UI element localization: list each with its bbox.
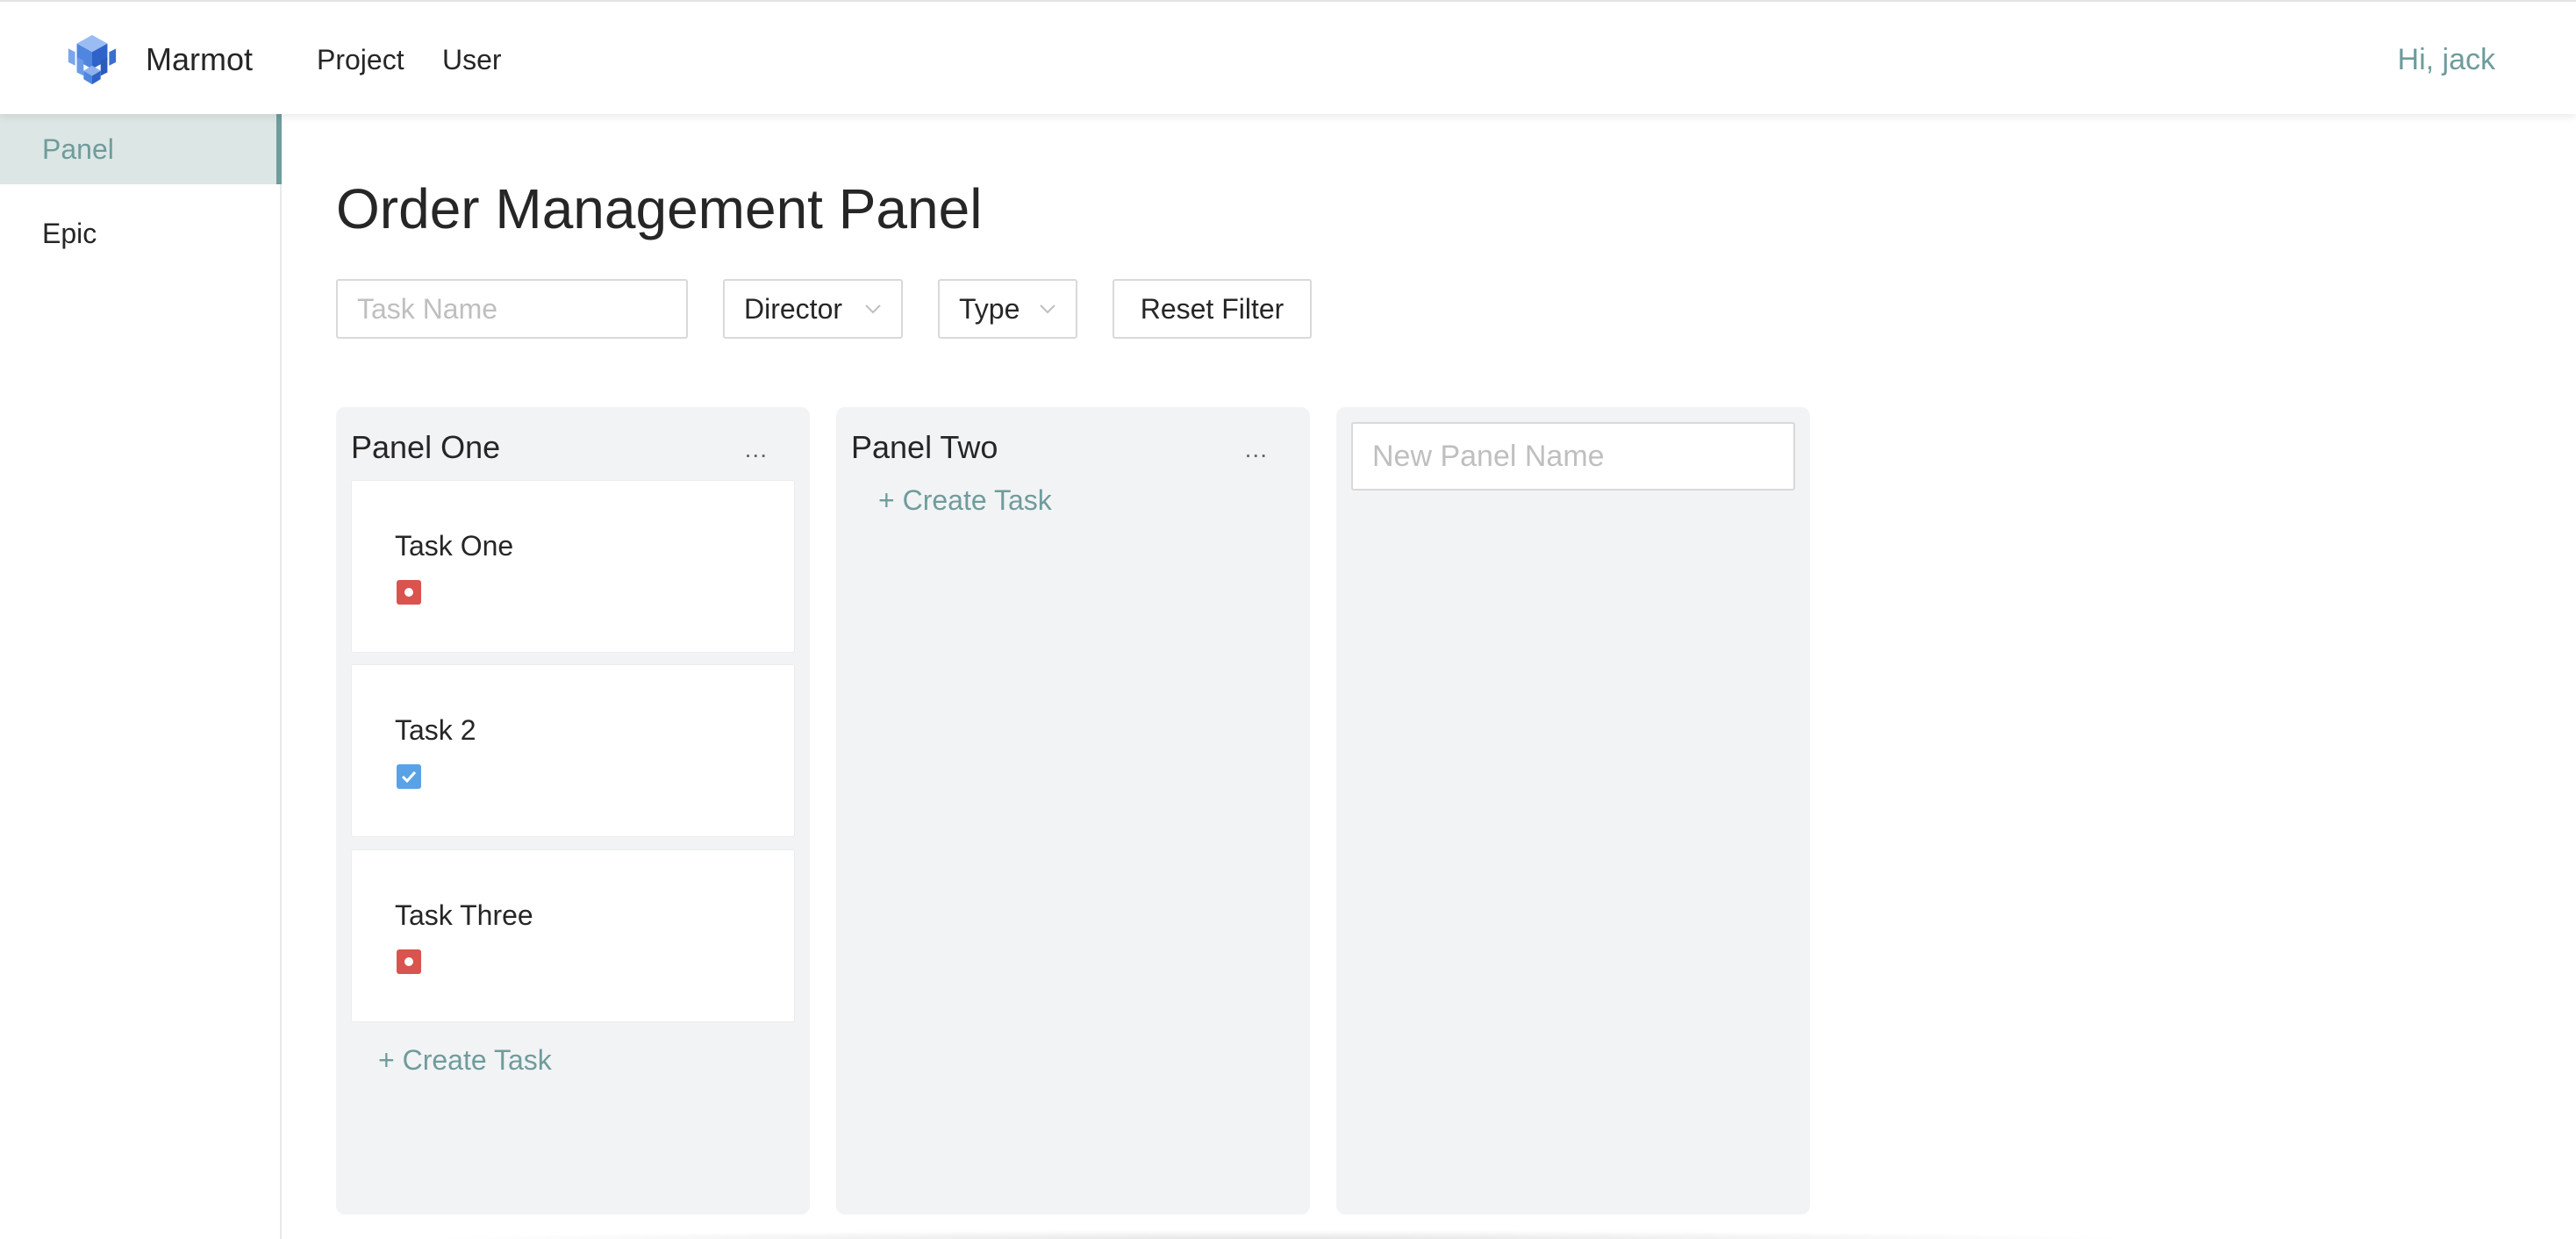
brand-name[interactable]: Marmot <box>146 40 253 79</box>
type-select-label: Type <box>959 293 1020 325</box>
top-header: Marmot Project User Hi, jack <box>0 0 2576 114</box>
column-more-menu[interactable]: ... <box>745 432 768 467</box>
create-task-link[interactable]: + Create Task <box>378 1041 552 1079</box>
sidebar: Panel Epic <box>0 114 282 1239</box>
sidebar-item-panel[interactable]: Panel <box>0 114 282 184</box>
column-title: Panel Two <box>851 429 998 465</box>
task-name: Task One <box>395 530 514 562</box>
column-title: Panel One <box>351 429 501 465</box>
create-task-link[interactable]: + Create Task <box>878 481 1052 519</box>
task-name: Task 2 <box>395 714 476 746</box>
chevron-down-icon <box>1040 304 1055 314</box>
type-select[interactable]: Type <box>938 279 1077 339</box>
task-card[interactable]: Task 2 <box>351 664 795 837</box>
page-title: Order Management Panel <box>336 177 983 240</box>
reset-filter-button[interactable]: Reset Filter <box>1113 279 1312 339</box>
bug-icon <box>397 580 421 605</box>
bottom-shadow <box>421 1230 2141 1239</box>
task-card[interactable]: Task One <box>351 480 795 653</box>
user-greeting[interactable]: Hi, jack <box>2398 40 2495 79</box>
column-more-menu[interactable]: ... <box>1245 432 1268 467</box>
task-card[interactable]: Task Three <box>351 849 795 1022</box>
nav-user[interactable]: User <box>442 40 502 79</box>
sidebar-item-epic[interactable]: Epic <box>0 198 280 269</box>
cube-stack-logo-icon[interactable] <box>65 32 119 86</box>
task-check-icon <box>397 764 421 789</box>
new-panel-column <box>1336 407 1810 1214</box>
director-select-label: Director <box>744 293 843 325</box>
new-panel-name-input[interactable] <box>1351 422 1795 491</box>
task-name-search-input[interactable] <box>336 279 688 339</box>
nav-project[interactable]: Project <box>317 40 404 79</box>
task-name: Task Three <box>395 899 533 931</box>
chevron-down-icon <box>865 304 881 314</box>
bug-icon <box>397 949 421 974</box>
director-select[interactable]: Director <box>723 279 903 339</box>
kanban-column: Panel One ... Task One Task 2 Task Three… <box>336 407 810 1214</box>
kanban-column: Panel Two ... + Create Task <box>836 407 1310 1214</box>
